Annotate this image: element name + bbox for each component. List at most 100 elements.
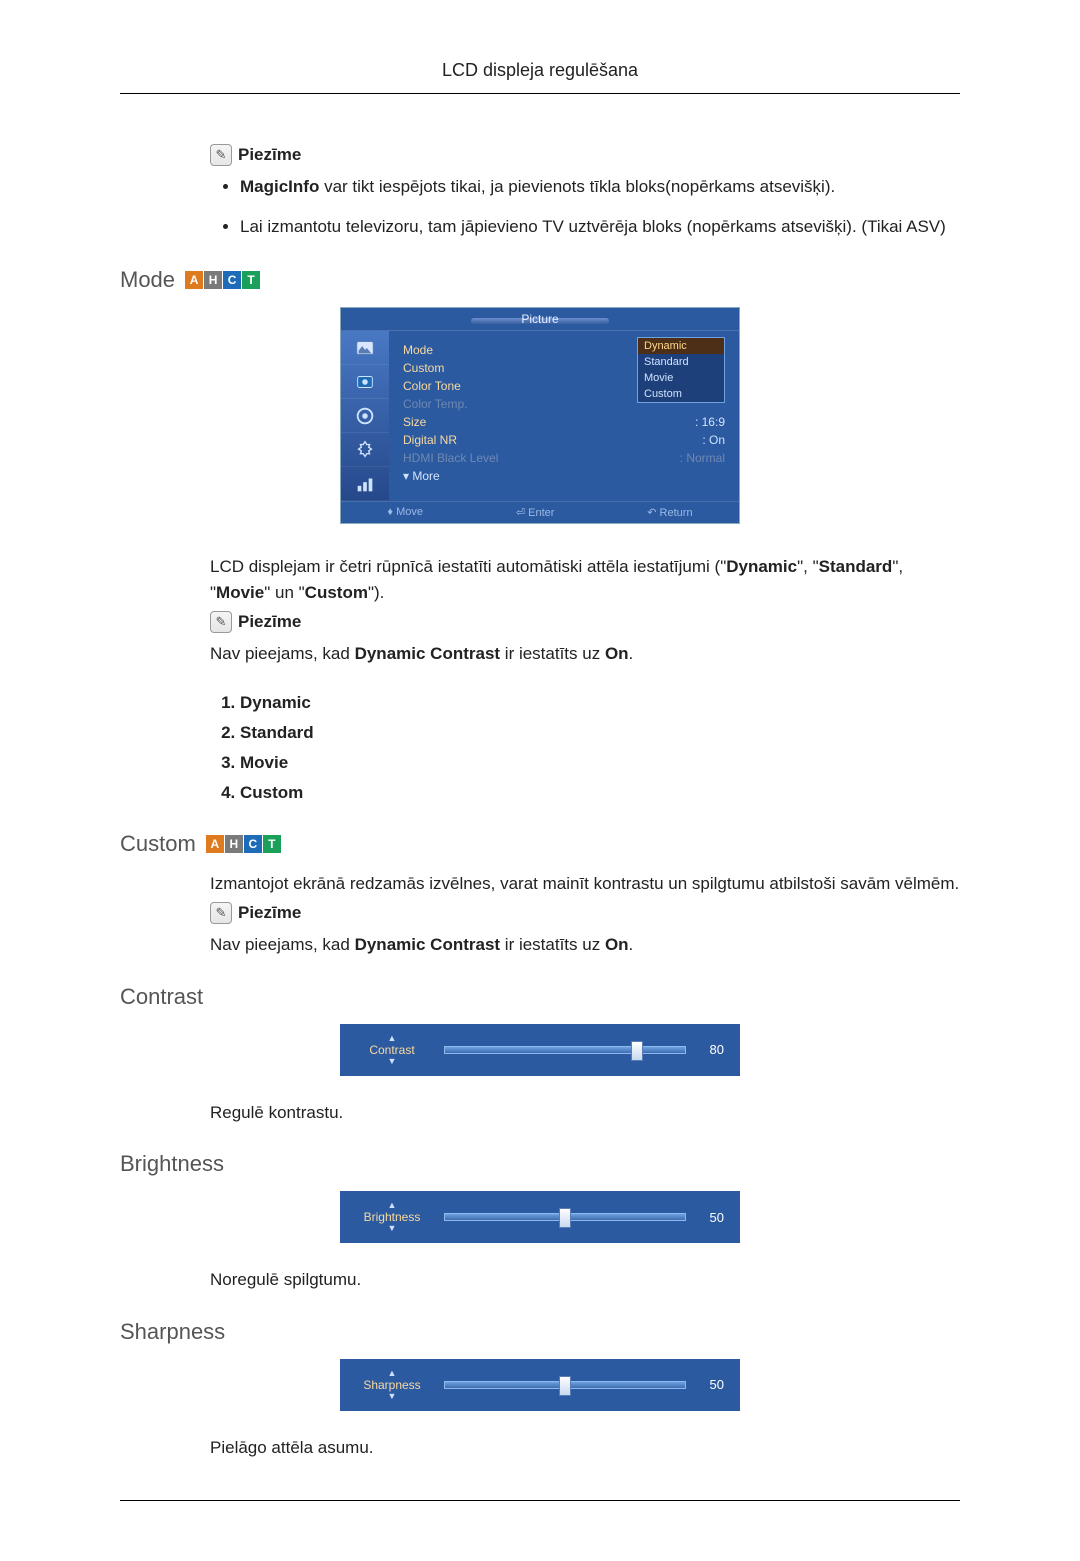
osd-multi-icon[interactable] (341, 467, 389, 501)
slider-label: Brightness (364, 1210, 421, 1224)
brightness-text: Noregulē spilgtumu. (210, 1267, 960, 1293)
up-arrow-icon: ▲ (388, 1201, 397, 1210)
footer-rule (120, 1500, 960, 1501)
note-label: Piezīme (238, 903, 301, 923)
osd-row-label: Digital NR (403, 433, 457, 447)
osd-row-label: Size (403, 415, 426, 429)
ahct-badge: A H C T (185, 271, 260, 289)
osd-setup-icon[interactable] (341, 399, 389, 433)
section-custom-title: Custom (120, 831, 196, 857)
slider-label: Sharpness (363, 1378, 420, 1392)
section-mode-title: Mode (120, 267, 175, 293)
brightness-slider[interactable]: ▲ Brightness ▼ 50 (340, 1191, 740, 1243)
osd-picture-icon[interactable] (341, 331, 389, 365)
osd-row-value: : Normal (680, 451, 725, 465)
ahct-badge: A H C T (206, 835, 281, 853)
osd-row: HDMI Black Level : Normal (403, 449, 725, 467)
osd-mode-dropdown[interactable]: DynamicStandardMovieCustom (637, 337, 725, 403)
osd-row[interactable]: ▾ More (403, 467, 725, 485)
note-heading: ✎ Piezīme (210, 611, 960, 633)
badge-t: T (242, 271, 260, 289)
note-icon: ✎ (210, 144, 232, 166)
down-arrow-icon: ▼ (388, 1224, 397, 1233)
badge-c: C (244, 835, 262, 853)
slider-value: 50 (696, 1377, 724, 1392)
sharpness-slider[interactable]: ▲ Sharpness ▼ 50 (340, 1359, 740, 1411)
osd-row-value: : 16:9 (695, 415, 725, 429)
contrast-text: Regulē kontrastu. (210, 1100, 960, 1126)
osd-row-label: Mode (403, 343, 433, 357)
custom-description: Izmantojot ekrānā redzamās izvēlnes, var… (210, 871, 960, 897)
osd-dropdown-option[interactable]: Standard (638, 354, 724, 370)
list-item: Dynamic (240, 693, 960, 713)
sharpness-text: Pielāgo attēla asumu. (210, 1435, 960, 1461)
bullet-text: var tikt iespējots tikai, ja pievienots … (319, 177, 835, 196)
slider-label: Contrast (369, 1043, 414, 1057)
badge-c: C (223, 271, 241, 289)
contrast-slider[interactable]: ▲ Contrast ▼ 80 (340, 1024, 740, 1076)
bullet-text: Lai izmantotu televizoru, tam jāpievieno… (240, 217, 946, 236)
page-title: LCD displeja regulēšana (120, 60, 960, 94)
bullet-item: MagicInfo var tikt iespējots tikai, ja p… (240, 174, 960, 200)
osd-row-label: Color Temp. (403, 397, 467, 411)
osd-footer-enter: ⏎ Enter (516, 506, 555, 519)
section-mode-heading: Mode A H C T (120, 267, 960, 293)
osd-titlebar: Picture (341, 308, 739, 331)
note-label: Piezīme (238, 145, 301, 165)
up-arrow-icon: ▲ (388, 1034, 397, 1043)
slider-value: 50 (696, 1210, 724, 1225)
osd-footer: ♦ Move ⏎ Enter ↶ Return (341, 501, 739, 523)
osd-sound-icon[interactable] (341, 365, 389, 399)
note-label: Piezīme (238, 612, 301, 632)
note-icon: ✎ (210, 902, 232, 924)
badge-a: A (185, 271, 203, 289)
slider-track[interactable] (444, 1213, 686, 1221)
slider-thumb[interactable] (631, 1041, 643, 1061)
intro-bullets: MagicInfo var tikt iespējots tikai, ja p… (240, 174, 960, 239)
osd-dropdown-option[interactable]: Custom (638, 386, 724, 402)
section-contrast-heading: Contrast (120, 984, 960, 1010)
slider-track[interactable] (444, 1046, 686, 1054)
osd-picture-menu: Picture ModeCustomColor Tone:Color Temp.… (340, 307, 740, 524)
custom-note-text: Nav pieejams, kad Dynamic Contrast ir ie… (210, 932, 960, 958)
badge-t: T (263, 835, 281, 853)
osd-row-label: Custom (403, 361, 444, 375)
osd-row-label: HDMI Black Level (403, 451, 498, 465)
badge-h: H (204, 271, 222, 289)
osd-footer-move: ♦ Move (387, 506, 423, 519)
section-custom-heading: Custom A H C T (120, 831, 960, 857)
note-icon: ✎ (210, 611, 232, 633)
section-brightness-heading: Brightness (120, 1151, 960, 1177)
osd-settings-icon[interactable] (341, 433, 389, 467)
list-item: Custom (240, 783, 960, 803)
osd-icon-column (341, 331, 389, 501)
osd-row-label: Color Tone (403, 379, 461, 393)
badge-h: H (225, 835, 243, 853)
osd-footer-return: ↶ Return (647, 506, 692, 519)
mode-options-list: Dynamic Standard Movie Custom (240, 693, 960, 803)
down-arrow-icon: ▼ (388, 1392, 397, 1401)
mode-note-text: Nav pieejams, kad Dynamic Contrast ir ie… (210, 641, 960, 667)
list-item: Standard (240, 723, 960, 743)
osd-row-label: ▾ More (403, 469, 440, 483)
down-arrow-icon: ▼ (388, 1057, 397, 1066)
osd-row: Digital NR : On (403, 431, 725, 449)
badge-a: A (206, 835, 224, 853)
slider-thumb[interactable] (559, 1376, 571, 1396)
osd-row: Size : 16:9 (403, 413, 725, 431)
list-item: Movie (240, 753, 960, 773)
up-arrow-icon: ▲ (388, 1369, 397, 1378)
note-heading: ✎ Piezīme (210, 144, 960, 166)
bullet-item: Lai izmantotu televizoru, tam jāpievieno… (240, 214, 960, 240)
osd-dropdown-option[interactable]: Dynamic (638, 338, 724, 354)
slider-value: 80 (696, 1042, 724, 1057)
section-sharpness-heading: Sharpness (120, 1319, 960, 1345)
note-heading: ✎ Piezīme (210, 902, 960, 924)
osd-dropdown-option[interactable]: Movie (638, 370, 724, 386)
osd-list: ModeCustomColor Tone:Color Temp.Size: 16… (389, 331, 739, 501)
osd-row-value: : On (702, 433, 725, 447)
mode-description: LCD displejam ir četri rūpnīcā iestatīti… (210, 554, 960, 605)
slider-track[interactable] (444, 1381, 686, 1389)
bullet-bold: MagicInfo (240, 177, 319, 196)
slider-thumb[interactable] (559, 1208, 571, 1228)
